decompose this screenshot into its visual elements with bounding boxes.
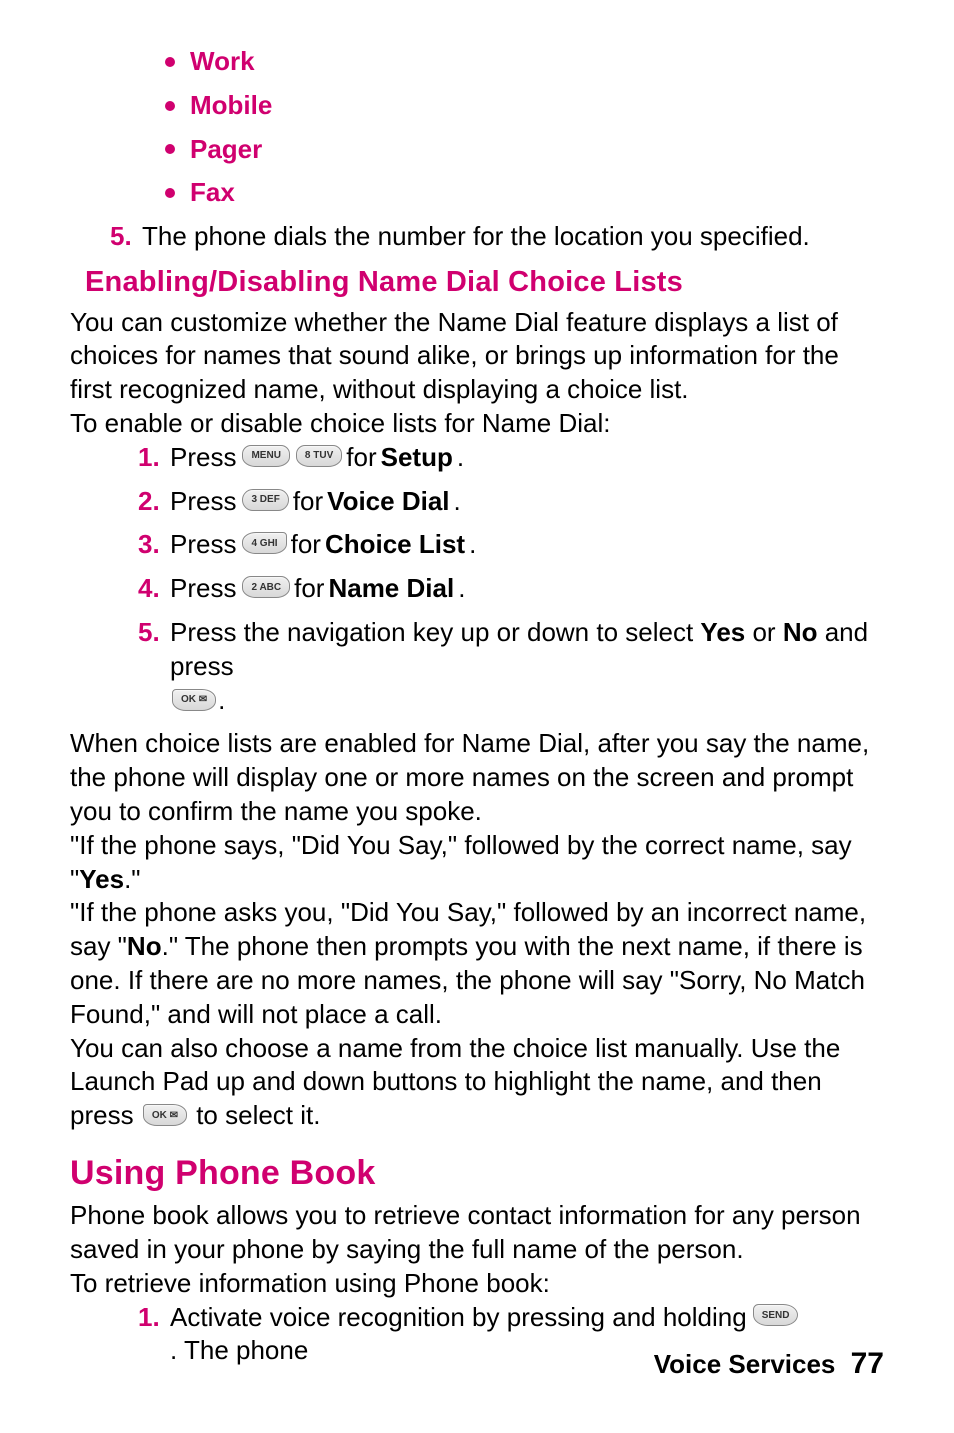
bullet-dot-icon [165, 144, 175, 154]
text: for [293, 485, 323, 519]
bullet-item-fax: Fax [165, 176, 884, 210]
bullet-item-mobile: Mobile [165, 89, 884, 123]
text: ." [124, 864, 140, 894]
text: for [294, 572, 324, 606]
bold-label: Name Dial [328, 572, 454, 606]
section1-lead: To enable or disable choice lists for Na… [70, 407, 884, 441]
after-para-3: "If the phone asks you, "Did You Say," f… [70, 896, 884, 1031]
step-name-dial: 4. Press 2 ABC for Name Dial. [70, 572, 884, 606]
step-choice-list: 3. Press 4 GHI for Choice List. [70, 528, 884, 562]
footer-label: Voice Services [654, 1349, 836, 1379]
section2-intro: Phone book allows you to retrieve contac… [70, 1199, 884, 1267]
step-number: 3. [138, 528, 170, 562]
menu-key-icon: MENU [242, 445, 289, 467]
step-text: Press 3 DEF for Voice Dial. [170, 485, 884, 519]
text: . [469, 528, 476, 562]
step-text: The phone dials the number for the locat… [142, 220, 884, 254]
text: to select it. [189, 1100, 321, 1130]
step-5-top: 5. The phone dials the number for the lo… [70, 220, 884, 254]
step-number: 2. [138, 485, 170, 519]
bold-no: No [783, 617, 818, 647]
key-8-icon: 8 TUV [296, 445, 342, 467]
text: for [346, 441, 376, 475]
step-voice-dial: 2. Press 3 DEF for Voice Dial. [70, 485, 884, 519]
bullet-dot-icon [165, 188, 175, 198]
after-para-1: When choice lists are enabled for Name D… [70, 727, 884, 828]
section2-lead: To retrieve information using Phone book… [70, 1267, 884, 1301]
text: . The phone [170, 1334, 308, 1368]
send-key-icon: SEND [753, 1304, 799, 1326]
key-2-icon: 2 ABC [242, 576, 290, 598]
key-4-icon: 4 GHI [242, 532, 286, 554]
bullet-dot-icon [165, 57, 175, 67]
bullet-label: Pager [190, 133, 262, 167]
bold-no: No [127, 931, 162, 961]
step-text: Press 2 ABC for Name Dial. [170, 572, 884, 606]
text: "If the phone says, "Did You Say," follo… [70, 830, 852, 894]
text: . [458, 572, 465, 606]
bullet-label: Fax [190, 176, 235, 210]
page-number: 77 [843, 1347, 884, 1380]
text: Press [170, 528, 236, 562]
bold-yes: Yes [700, 617, 745, 647]
text: for [291, 528, 321, 562]
bullet-label: Mobile [190, 89, 272, 123]
step-number: 5. [138, 616, 170, 650]
step-number: 1. [138, 1301, 170, 1335]
ok-key-icon: OK ✉ [172, 689, 216, 711]
heading-enabling-lists: Enabling/Disabling Name Dial Choice List… [70, 264, 884, 302]
heading-phone-book: Using Phone Book [70, 1151, 884, 1195]
ok-key-icon: OK ✉ [143, 1104, 187, 1126]
text: ." The phone then prompts you with the n… [70, 931, 865, 1029]
section1-intro: You can customize whether the Name Dial … [70, 306, 884, 407]
step-number: 1. [138, 441, 170, 475]
bullet-list: Work Mobile Pager Fax [70, 45, 884, 210]
text: Press [170, 485, 236, 519]
step-text: Press the navigation key up or down to s… [170, 616, 884, 717]
text: . [457, 441, 464, 475]
text: . [454, 485, 461, 519]
bullet-item-work: Work [165, 45, 884, 79]
after-para-4: You can also choose a name from the choi… [70, 1032, 884, 1133]
bullet-item-pager: Pager [165, 133, 884, 167]
step-setup: 1. Press MENU 8 TUV for Setup. [70, 441, 884, 475]
text: or [745, 617, 783, 647]
step-number: 4. [138, 572, 170, 606]
text: Press [170, 572, 236, 606]
bold-label: Voice Dial [327, 485, 449, 519]
bold-label: Setup [381, 441, 453, 475]
after-para-2: "If the phone says, "Did You Say," follo… [70, 829, 884, 897]
bullet-dot-icon [165, 101, 175, 111]
text: Press [170, 441, 236, 475]
key-3-icon: 3 DEF [242, 489, 288, 511]
step-text: Press 4 GHI for Choice List. [170, 528, 884, 562]
step-yes-no: 5. Press the navigation key up or down t… [70, 616, 884, 717]
text: Press the navigation key up or down to s… [170, 617, 700, 647]
step-number: 5. [110, 220, 142, 254]
text: Activate voice recognition by pressing a… [170, 1301, 747, 1335]
bold-label: Choice List [325, 528, 465, 562]
bullet-label: Work [190, 45, 255, 79]
text: . [218, 685, 225, 715]
page-footer: Voice Services 77 [654, 1344, 884, 1383]
step-text: Press MENU 8 TUV for Setup. [170, 441, 884, 475]
bold-yes: Yes [79, 864, 124, 894]
